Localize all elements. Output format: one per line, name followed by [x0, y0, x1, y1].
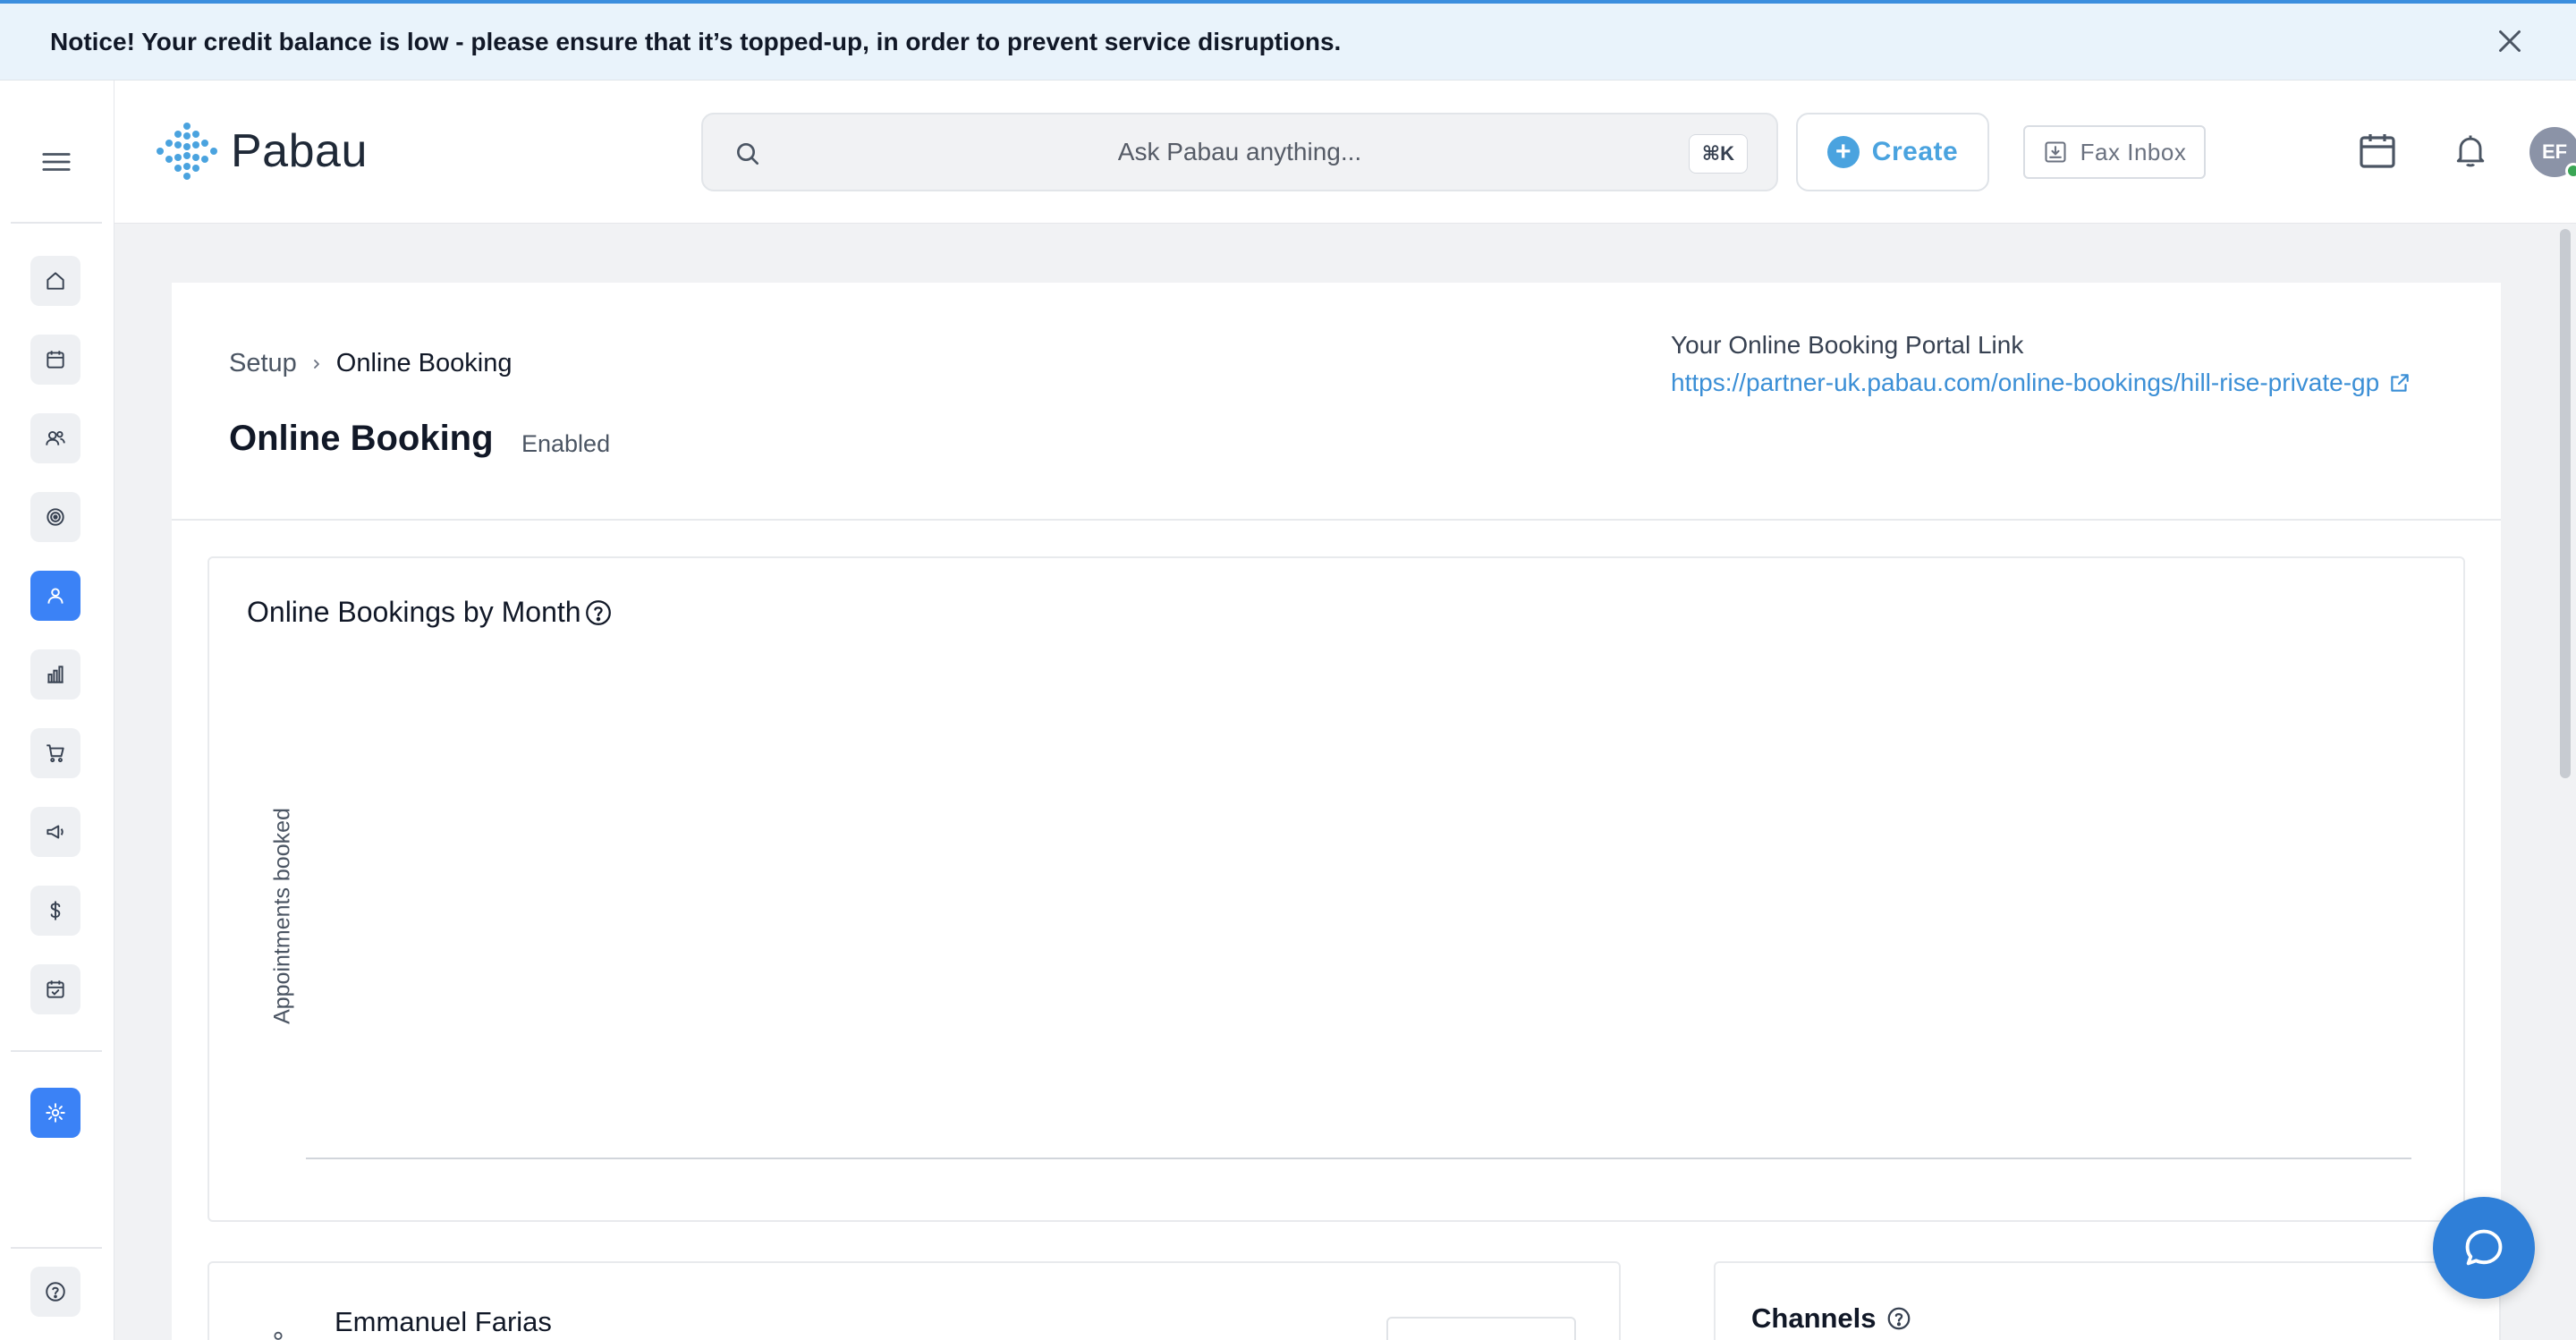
cart-icon: [47, 744, 64, 763]
sidebar-item-bookings[interactable]: [30, 964, 80, 1014]
chevron-right-icon: [313, 359, 319, 369]
avatar-initials: EF: [2541, 140, 2568, 163]
menu-icon[interactable]: [41, 148, 72, 175]
close-icon[interactable]: [2494, 25, 2526, 57]
plus-icon: +: [1826, 136, 1860, 168]
sidebar-divider: [11, 1247, 102, 1249]
left-sidebar: [0, 81, 114, 1340]
home-icon: [47, 272, 64, 290]
sidebar-item-finance[interactable]: [30, 886, 80, 936]
reports-icon: [47, 666, 64, 683]
status-badge: Enabled: [521, 430, 611, 457]
sidebar-item-help[interactable]: [30, 1267, 80, 1317]
chart-x-axis: [306, 1158, 2411, 1159]
page-title: Online Booking: [229, 419, 494, 458]
sidebar-item-shop[interactable]: [30, 728, 80, 778]
main-content: Setup Online Booking Online Booking Enab…: [172, 283, 2501, 1340]
clients-icon: [46, 430, 65, 445]
portal-link-url: https://partner-uk.pabau.com/online-book…: [1671, 369, 2380, 396]
channels-title-text: Channels: [1751, 1302, 1877, 1334]
chart-title-text: Online Bookings by Month: [247, 596, 581, 628]
sidebar-item-calendar[interactable]: [30, 335, 80, 385]
sidebar-item-marketing[interactable]: [30, 807, 80, 857]
notice-banner: Notice! Your credit balance is low - ple…: [0, 0, 2576, 81]
calendar-icon[interactable]: [2356, 129, 2399, 172]
channels-title: Channels: [1751, 1302, 1912, 1335]
avatar[interactable]: EF: [2529, 127, 2576, 179]
chart-y-axis-label: Appointments booked: [269, 808, 295, 1024]
notice-text: Notice! Your credit balance is low - ple…: [50, 27, 1342, 55]
help-icon: [46, 1282, 65, 1302]
chart-title: Online Bookings by Month: [247, 596, 614, 629]
staff-card: Emmanuel Farias: [208, 1261, 1621, 1340]
search-shortcut-badge: ⌘K: [1688, 134, 1748, 174]
chat-button[interactable]: [2433, 1197, 2535, 1299]
settings-icon: [46, 1103, 65, 1123]
top-bar: Pabau Ask Pabau anything... ⌘K + Create …: [114, 81, 2576, 224]
sidebar-divider: [11, 1050, 102, 1052]
fax-inbox-button[interactable]: Fax Inbox: [2023, 125, 2206, 179]
bookings-chart-card: Online Bookings by Month Appointments bo…: [208, 556, 2465, 1222]
fax-inbox-label: Fax Inbox: [2080, 138, 2187, 165]
person-icon: [47, 588, 64, 604]
sidebar-item-target[interactable]: [30, 492, 80, 542]
megaphone-icon: [47, 825, 64, 839]
sidebar-item-people[interactable]: [30, 571, 80, 621]
target-icon: [47, 508, 64, 526]
calendar-icon: [47, 351, 64, 369]
dollar-icon: [50, 901, 61, 920]
scrollbar[interactable]: [2560, 229, 2571, 778]
create-label: Create: [1871, 137, 1959, 166]
breadcrumb: Setup Online Booking: [229, 349, 512, 378]
breadcrumb-current: Online Booking: [335, 349, 513, 377]
sidebar-item-clients[interactable]: [30, 413, 80, 463]
staff-card-button[interactable]: [1386, 1317, 1576, 1340]
inbox-download-icon: [2045, 141, 2066, 163]
pabau-logo-icon: [157, 123, 217, 180]
external-link-icon: [2391, 374, 2409, 392]
bell-icon[interactable]: [2451, 129, 2490, 172]
brand-name: Pabau: [231, 125, 368, 177]
sidebar-item-home[interactable]: [30, 256, 80, 306]
staff-name: Emmanuel Farias: [335, 1306, 552, 1337]
sidebar-item-reports[interactable]: [30, 649, 80, 700]
calendar-check-icon: [47, 980, 64, 998]
breadcrumb-setup[interactable]: Setup: [229, 349, 297, 378]
help-circle-icon[interactable]: [583, 598, 614, 628]
help-circle-icon[interactable]: [1885, 1305, 1912, 1332]
channels-card: Channels: [1714, 1261, 2501, 1340]
sidebar-item-setup[interactable]: [30, 1088, 80, 1138]
staff-icon: [274, 1331, 283, 1340]
portal-link[interactable]: https://partner-uk.pabau.com/online-book…: [1671, 369, 2411, 397]
logo[interactable]: Pabau: [156, 122, 368, 181]
header-divider: [172, 519, 2501, 521]
portal-link-label: Your Online Booking Portal Link: [1671, 331, 2024, 359]
create-button[interactable]: + Create: [1796, 113, 1989, 191]
online-status-dot: [2565, 163, 2576, 179]
chat-bubble-icon: [2465, 1229, 2503, 1266]
search-bar[interactable]: Ask Pabau anything... ⌘K: [701, 113, 1778, 191]
search-placeholder: Ask Pabau anything...: [1117, 138, 1362, 165]
sidebar-divider: [11, 222, 102, 224]
